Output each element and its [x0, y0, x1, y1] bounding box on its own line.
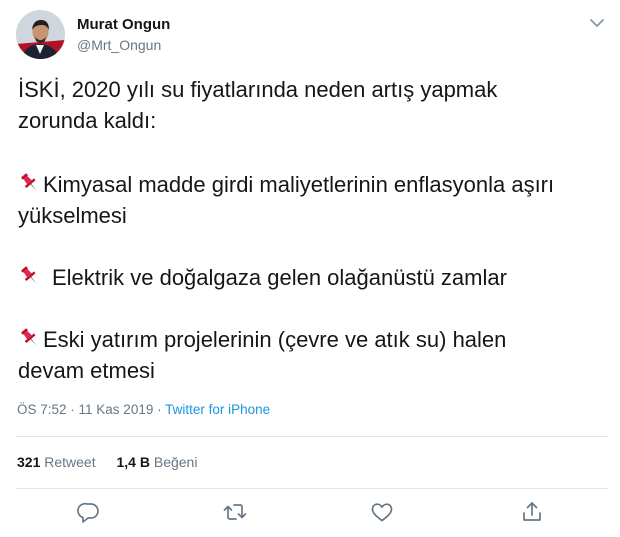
tweet-meta: ÖS 7:52 · 11 Kas 2019 · Twitter for iPho…: [17, 402, 270, 417]
tweet-line: devam etmesi: [18, 358, 155, 383]
tweet-line: Eski yatırım projelerinin (çevre ve atık…: [43, 327, 507, 352]
reply-button[interactable]: [76, 499, 102, 525]
retweets-stat[interactable]: 321 Retweet: [17, 454, 96, 470]
divider: [16, 436, 608, 437]
meta-separator: ·: [66, 402, 79, 417]
meta-separator: ·: [153, 402, 166, 417]
tweet-paragraph: İSKİ, 2020 yılı su fiyatlarında neden ar…: [18, 74, 497, 136]
tweet-date[interactable]: 11 Kas 2019: [79, 402, 154, 417]
avatar[interactable]: [16, 10, 65, 59]
like-button[interactable]: [369, 499, 395, 525]
retweets-label: Retweet: [44, 454, 96, 470]
tweet-line: yükselmesi: [18, 203, 127, 228]
like-icon: [371, 503, 393, 522]
author-block[interactable]: Murat Ongun @Mrt_Ongun: [77, 16, 170, 54]
likes-count: 1,4 B: [116, 454, 150, 470]
retweet-button[interactable]: [222, 499, 248, 525]
divider: [16, 488, 608, 489]
likes-stat[interactable]: 1,4 B Beğeni: [117, 454, 198, 470]
chevron-down-icon[interactable]: [586, 14, 608, 32]
action-bar: [0, 499, 620, 529]
likes-label: Beğeni: [153, 454, 198, 470]
pushpin-icon: [18, 171, 42, 195]
tweet-stats: 321 Retweet 1,4 B Beğeni: [17, 454, 214, 470]
retweets-count: 321: [17, 454, 41, 470]
tweet-time[interactable]: ÖS 7:52: [17, 402, 67, 417]
tweet-paragraph: Kimyasal madde girdi maliyetlerinin enfl…: [18, 169, 554, 231]
tweet-source-link[interactable]: Twitter for iPhone: [165, 402, 270, 417]
pushpin-icon: [18, 264, 42, 288]
tweet-line: Kimyasal madde girdi maliyetlerinin enfl…: [43, 172, 555, 197]
tweet-line: zorunda kaldı:: [18, 108, 157, 133]
avatar-photo: [16, 10, 65, 59]
author-handle[interactable]: @Mrt_Ongun: [77, 36, 170, 54]
tweet-line: İSKİ, 2020 yılı su fiyatlarında neden ar…: [18, 77, 498, 102]
tweet-card: Murat Ongun @Mrt_Ongun İSKİ, 2020 yılı s…: [0, 0, 620, 537]
share-button[interactable]: [519, 499, 545, 525]
tweet-line: Elektrik ve doğalgaza gelen olağanüstü z…: [52, 265, 507, 290]
pushpin-icon: [18, 326, 42, 350]
retweet-icon: [223, 504, 247, 520]
author-display-name[interactable]: Murat Ongun: [77, 16, 170, 34]
reply-icon: [77, 502, 99, 523]
share-icon: [523, 502, 541, 521]
tweet-paragraph: Elektrik ve doğalgaza gelen olağanüstü z…: [18, 262, 507, 293]
tweet-paragraph: Eski yatırım projelerinin (çevre ve atık…: [18, 324, 506, 386]
